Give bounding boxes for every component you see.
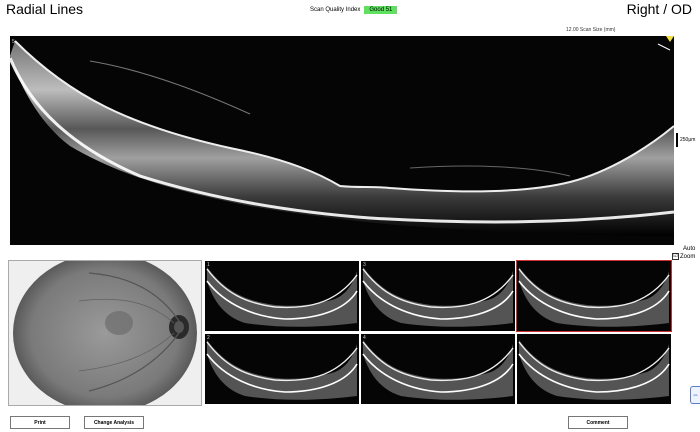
thumbnail-image [205, 261, 359, 331]
comment-button[interactable]: Comment [568, 416, 628, 429]
oct-thumbnail[interactable] [517, 334, 671, 404]
print-button[interactable]: Print [10, 416, 70, 429]
thumbnail-index: 4 [363, 335, 366, 341]
scale-label: 250μm [680, 137, 696, 143]
oct-thumbnail[interactable]: 2 [205, 334, 359, 404]
auto-zoom-label-1: Auto [683, 246, 696, 252]
scan-quality-badge: Good 51 [364, 6, 398, 14]
thumbnail-index: 1 [207, 262, 210, 268]
main-oct-scan[interactable]: 5 [10, 36, 674, 245]
oct-image: 5 [10, 36, 674, 245]
fundus-image[interactable] [8, 260, 202, 406]
scale-bar [676, 133, 678, 147]
scan-quality-indicator: Scan Quality Index Good 51 [310, 6, 398, 14]
thumbnail-image [361, 261, 515, 331]
oct-thumbnail[interactable] [516, 260, 672, 332]
change-analysis-button[interactable]: Change Analysis [84, 416, 144, 429]
oct-thumbnail[interactable]: 3 [361, 261, 515, 331]
thumbnail-image [205, 334, 359, 404]
link-icon[interactable]: ⇔ [690, 386, 700, 404]
thumbnail-index: 3 [363, 262, 366, 268]
oct-thumbnail[interactable]: 4 [361, 334, 515, 404]
auto-zoom-checkbox[interactable]: ☑ [672, 253, 679, 260]
thumbnail-image [517, 261, 671, 331]
scan-size-label: 12.00 Scan Size (mm) [566, 27, 616, 33]
main-scan-index: 5 [12, 39, 15, 45]
oct-thumbnail[interactable]: 1 [205, 261, 359, 331]
thumbnail-index: 2 [207, 335, 210, 341]
page-title: Radial Lines [6, 1, 84, 17]
fundus-photo [9, 261, 201, 405]
scan-quality-label: Scan Quality Index [310, 7, 361, 13]
thumbnail-image [361, 334, 515, 404]
thumbnail-image [517, 334, 671, 404]
auto-zoom-toggle[interactable]: Auto ☑ Zoom [672, 246, 695, 261]
auto-zoom-label-2: Zoom [680, 254, 696, 261]
eye-label: Right / OD [626, 1, 692, 17]
